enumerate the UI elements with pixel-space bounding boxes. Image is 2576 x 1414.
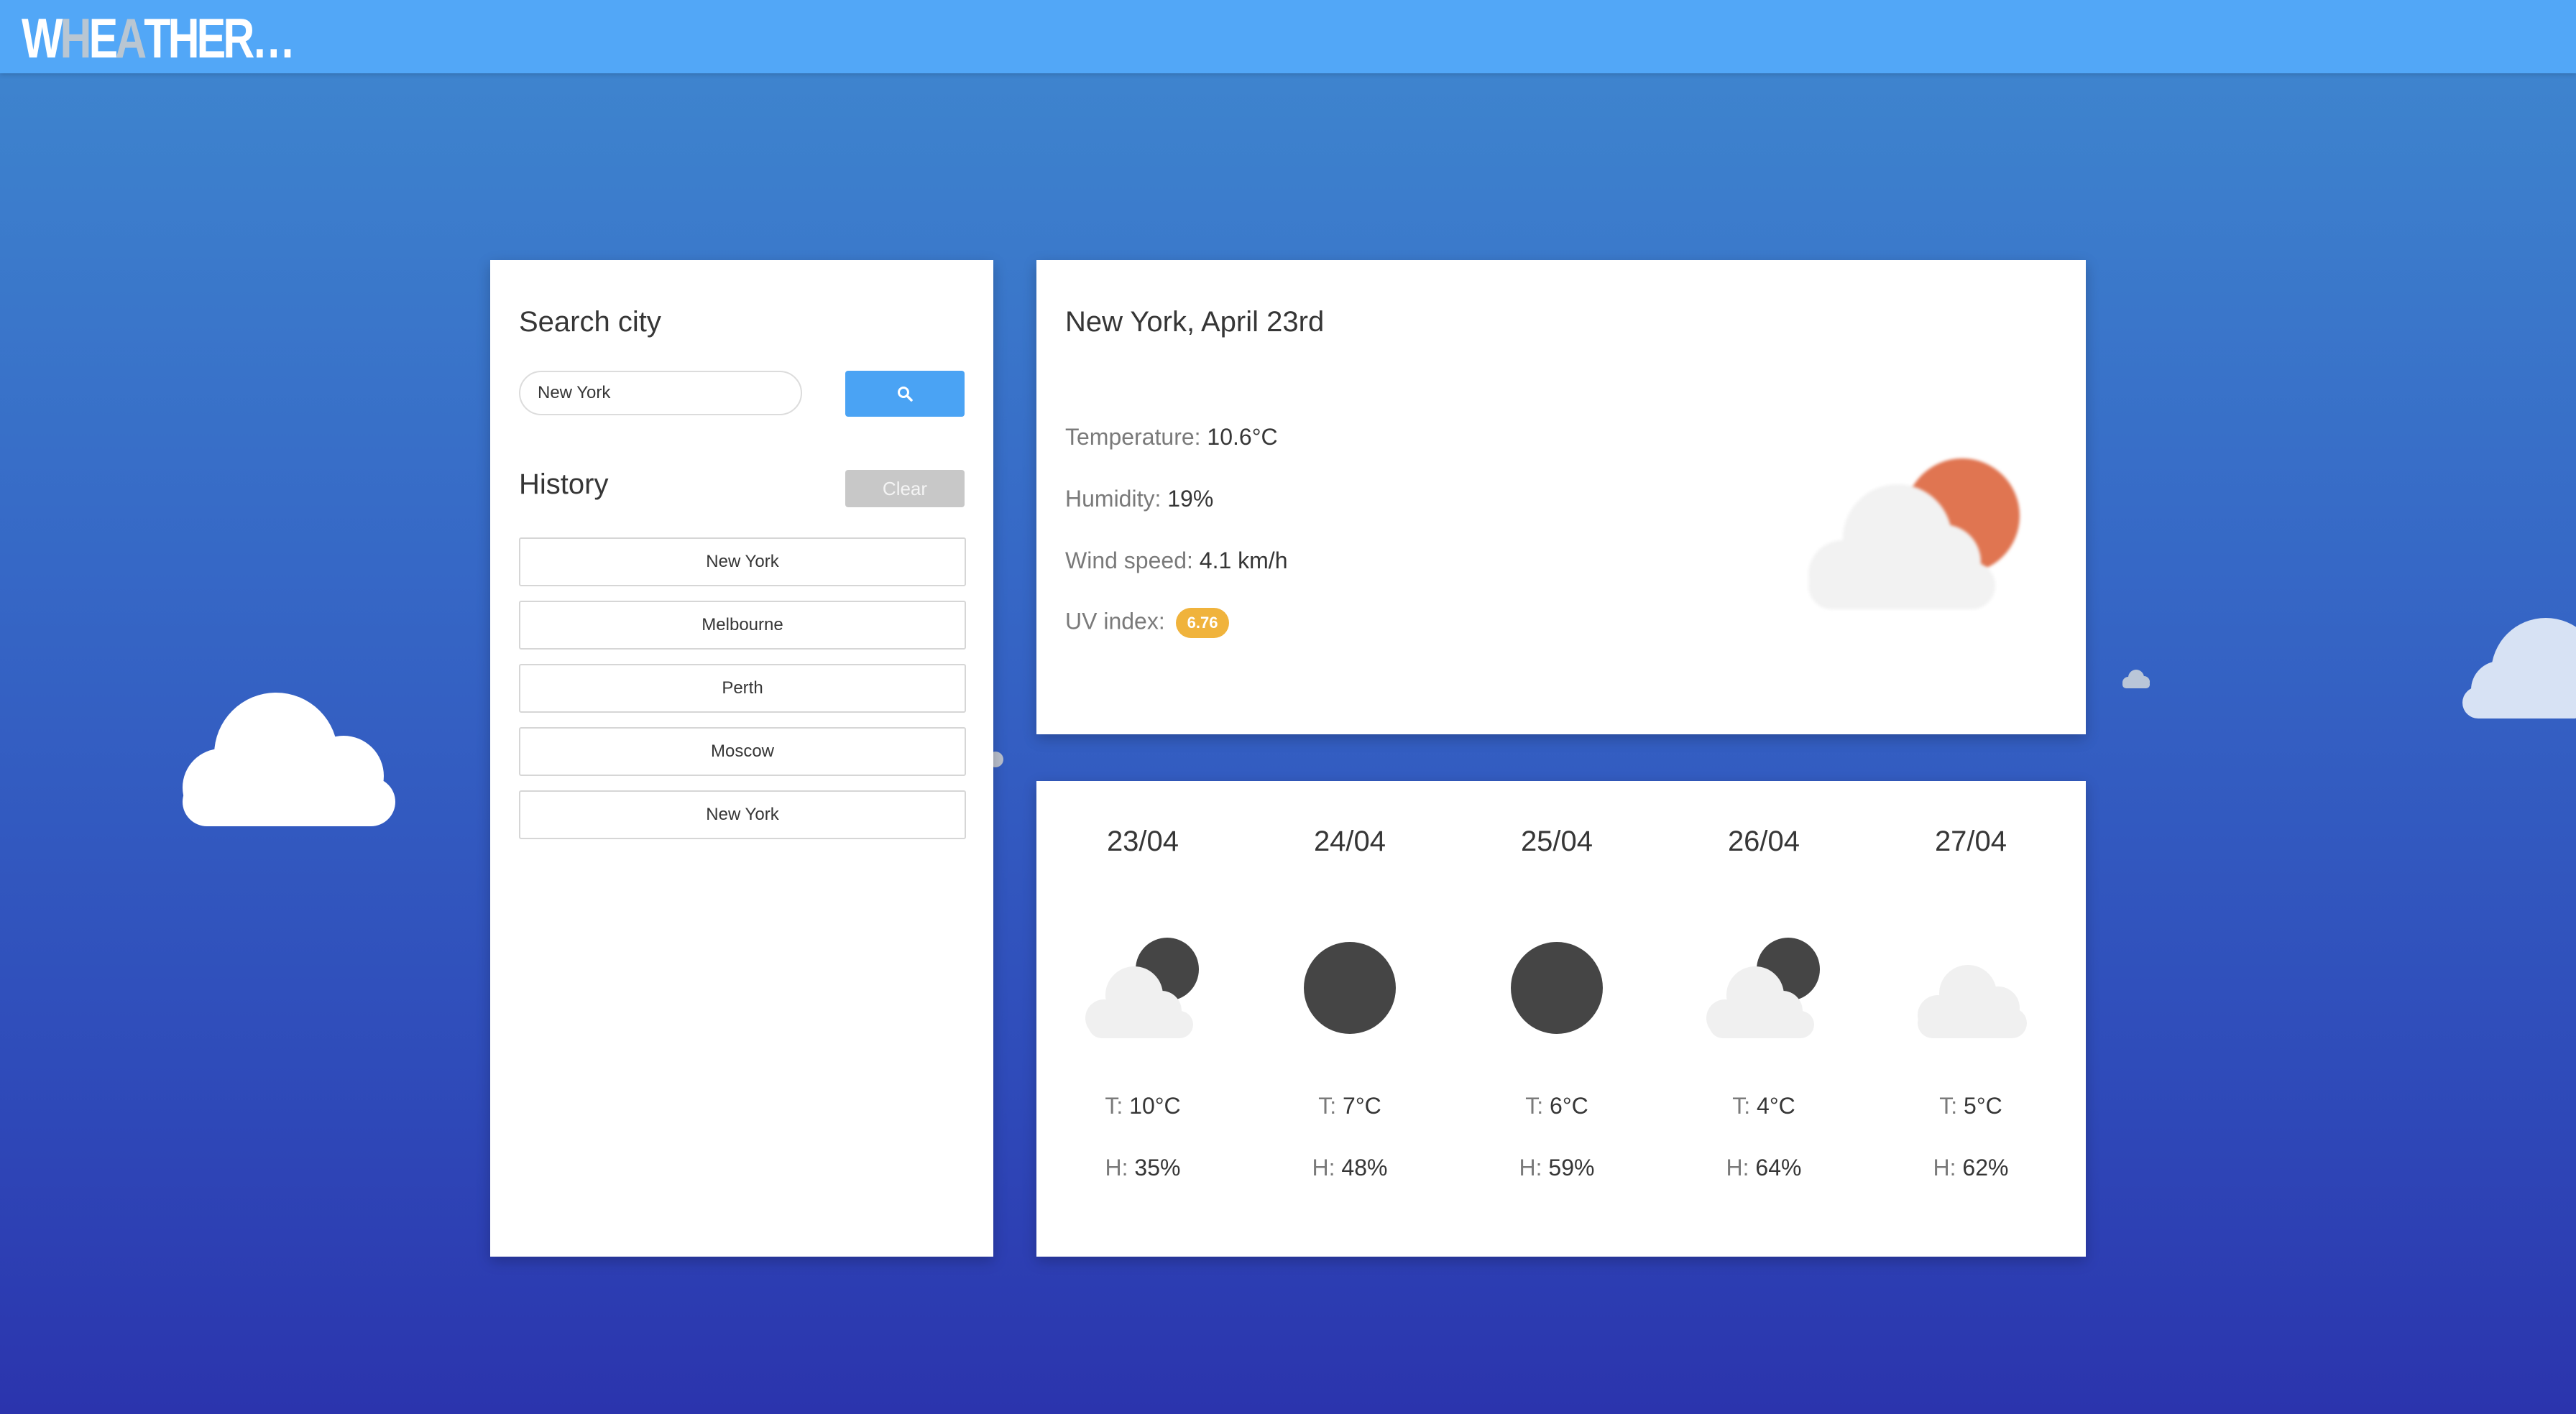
forecast-date: 24/04 <box>1313 826 1386 857</box>
temp-prefix: T: <box>1939 1093 1958 1119</box>
temperature-row: Temperature: 10.6°C <box>1065 424 1278 450</box>
logo-letter: R <box>223 6 254 70</box>
logo-letter: E <box>88 6 119 70</box>
forecast-humidity: H: 48% <box>1246 1155 1453 1181</box>
forecast-humidity: H: 35% <box>1039 1155 1246 1181</box>
forecast-temperature: T: 7°C <box>1246 1093 1453 1119</box>
history-item[interactable]: Melbourne <box>519 601 966 650</box>
humidity-value: 19% <box>1167 486 1214 512</box>
moon-icon <box>1511 942 1603 1034</box>
background-cloud-icon <box>2122 670 2150 688</box>
history-list: New York Melbourne Perth Moscow New York <box>519 537 966 854</box>
hum-value: 48% <box>1341 1155 1388 1180</box>
hum-value: 35% <box>1134 1155 1181 1180</box>
hum-value: 62% <box>1962 1155 2009 1180</box>
forecast-day: 27/04 T: 5°C H: 62% <box>1867 781 2074 1257</box>
background-cloud-icon <box>2462 618 2576 718</box>
logo-letter: T <box>144 6 170 70</box>
temp-value: 6°C <box>1550 1093 1588 1119</box>
temp-value: 7°C <box>1343 1093 1381 1119</box>
uv-index-badge: 6.76 <box>1175 608 1230 638</box>
temp-value: 10°C <box>1129 1093 1181 1119</box>
search-input[interactable] <box>519 371 802 415</box>
temp-value: 4°C <box>1757 1093 1795 1119</box>
logo-letter: H <box>60 6 92 70</box>
temperature-label: Temperature: <box>1065 424 1201 450</box>
forecast-date: 26/04 <box>1727 826 1800 857</box>
uv-index-label: UV index: <box>1065 608 1165 634</box>
hum-prefix: H: <box>1105 1155 1128 1180</box>
hum-prefix: H: <box>1519 1155 1542 1180</box>
temperature-value: 10.6°C <box>1207 424 1278 450</box>
temp-prefix: T: <box>1105 1093 1123 1119</box>
temp-prefix: T: <box>1525 1093 1544 1119</box>
cloud-moon-icon <box>1085 938 1199 1038</box>
forecast-day: 23/04 T: 10°C H: 35% <box>1039 781 1246 1257</box>
hum-value: 64% <box>1755 1155 1802 1180</box>
logo-letter: A <box>115 6 147 70</box>
forecast-date: 23/04 <box>1106 826 1179 857</box>
search-icon <box>898 387 913 402</box>
wind-speed-label: Wind speed: <box>1065 547 1193 573</box>
hum-prefix: H: <box>1726 1155 1749 1180</box>
temp-value: 5°C <box>1964 1093 2002 1119</box>
current-weather-title: New York, April 23rd <box>1065 306 1325 338</box>
search-title: Search city <box>519 306 661 338</box>
history-item[interactable]: New York <box>519 537 966 586</box>
hum-prefix: H: <box>1933 1155 1956 1180</box>
forecast-day: 26/04 T: 4°C H: 64% <box>1660 781 1867 1257</box>
logo-letter: W <box>22 6 63 70</box>
forecast-date: 25/04 <box>1520 826 1593 857</box>
wind-speed-row: Wind speed: 4.1 km/h <box>1065 547 1287 574</box>
search-button[interactable] <box>845 371 965 417</box>
forecast-humidity: H: 59% <box>1453 1155 1660 1181</box>
forecast-humidity: H: 64% <box>1660 1155 1867 1181</box>
forecast-temperature: T: 5°C <box>1867 1093 2074 1119</box>
history-title: History <box>519 468 609 500</box>
logo-letter: H <box>167 6 200 70</box>
background-cloud-icon <box>183 693 395 826</box>
history-item[interactable]: Perth <box>519 664 966 713</box>
app-logo[interactable]: W H E A T H E R … <box>22 6 295 70</box>
forecast-temperature: T: 10°C <box>1039 1093 1246 1119</box>
humidity-row: Humidity: 19% <box>1065 486 1213 512</box>
forecast-date: 27/04 <box>1934 826 2007 857</box>
forecast-temperature: T: 4°C <box>1660 1093 1867 1119</box>
forecast-temperature: T: 6°C <box>1453 1093 1660 1119</box>
hum-prefix: H: <box>1312 1155 1335 1180</box>
forecast-day: 25/04 T: 6°C H: 59% <box>1453 781 1660 1257</box>
forecast-humidity: H: 62% <box>1867 1155 2074 1181</box>
partly-cloudy-sun-icon <box>1808 458 2020 609</box>
forecast-panel: 23/04 T: 10°C H: 35% 24/04 T: 7°C H: 48%… <box>1036 781 2086 1257</box>
clear-history-button[interactable]: Clear <box>845 470 965 507</box>
temp-prefix: T: <box>1318 1093 1337 1119</box>
humidity-label: Humidity: <box>1065 486 1162 512</box>
history-item[interactable]: New York <box>519 790 966 839</box>
cloud-icon <box>1918 965 2027 1038</box>
logo-letter: … <box>252 6 295 70</box>
logo-letter: E <box>196 6 226 70</box>
search-panel: Search city History Clear New York Melbo… <box>490 260 993 1257</box>
top-bar: W H E A T H E R … <box>0 0 2576 73</box>
forecast-day: 24/04 T: 7°C H: 48% <box>1246 781 1453 1257</box>
current-weather-panel: New York, April 23rd Temperature: 10.6°C… <box>1036 260 2086 734</box>
hum-value: 59% <box>1548 1155 1595 1180</box>
wind-speed-value: 4.1 km/h <box>1199 547 1288 573</box>
temp-prefix: T: <box>1732 1093 1751 1119</box>
cloud-moon-icon <box>1706 938 1820 1038</box>
uv-index-row: UV index: 6.76 <box>1065 608 1230 638</box>
moon-icon <box>1304 942 1396 1034</box>
history-item[interactable]: Moscow <box>519 727 966 776</box>
